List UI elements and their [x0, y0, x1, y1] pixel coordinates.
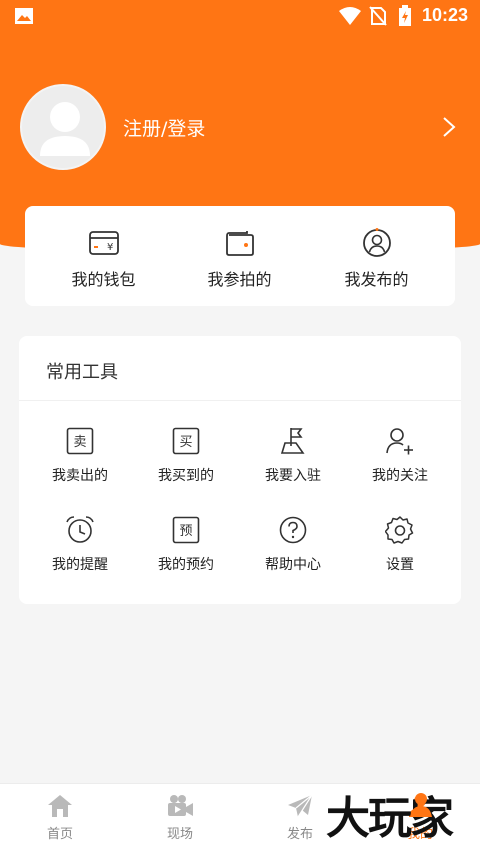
person-circle-icon	[362, 228, 391, 257]
tool-following-label: 我的关注	[372, 468, 428, 484]
svg-text:预: 预	[179, 524, 192, 539]
wallet-card-icon: ¥	[88, 231, 119, 255]
divider	[19, 400, 461, 401]
profile-header[interactable]: 注册/登录	[20, 84, 470, 170]
battery-charging-icon	[399, 5, 411, 26]
flag-icon	[280, 428, 305, 454]
video-camera-icon	[168, 795, 193, 816]
tool-bought[interactable]: 买 我买到的	[131, 424, 241, 492]
my-wallet-label: 我的钱包	[71, 270, 136, 289]
tool-following[interactable]: 我的关注	[345, 424, 455, 492]
tool-reservations-label: 我的预约	[158, 557, 214, 573]
tool-settings-label: 设置	[386, 557, 414, 573]
wifi-signal-icon	[339, 7, 361, 25]
status-bar: 10:23	[0, 0, 480, 34]
tab-live-label: 现场	[166, 827, 193, 842]
tool-help-center-label: 帮助中心	[265, 557, 321, 573]
tab-home[interactable]: 首页	[0, 792, 120, 842]
tool-settings[interactable]: 设置	[345, 513, 455, 581]
tool-reminders[interactable]: 我的提醒	[25, 513, 135, 581]
help-icon	[279, 516, 307, 544]
gallery-icon	[15, 8, 33, 24]
settings-gear-icon	[385, 516, 414, 544]
no-sim-icon	[369, 6, 387, 26]
watermark-figure-icon	[410, 793, 432, 817]
login-register-link[interactable]: 注册/登录	[123, 114, 205, 141]
tool-help-center[interactable]: 帮助中心	[238, 513, 348, 581]
avatar[interactable]	[20, 84, 106, 170]
alarm-clock-icon	[66, 516, 94, 543]
tool-reminders-label: 我的提醒	[52, 557, 108, 573]
sell-icon: 卖	[66, 427, 94, 455]
reserve-icon: 预	[172, 516, 200, 544]
my-wallet-button[interactable]: ¥ 我的钱包	[32, 226, 175, 296]
wallet-card: ¥ 我的钱包 我参拍的 我发布的	[25, 206, 455, 306]
add-user-icon	[386, 428, 413, 455]
tool-reservations[interactable]: 预 我的预约	[131, 513, 241, 581]
my-posts-button[interactable]: 我发布的	[305, 226, 448, 296]
home-icon	[48, 795, 72, 817]
common-tools-title: 常用工具	[46, 362, 118, 383]
buy-icon: 买	[172, 427, 200, 455]
my-bids-button[interactable]: 我参拍的	[168, 226, 311, 296]
wallet-bid-icon	[225, 231, 254, 256]
tab-home-label: 首页	[46, 827, 73, 842]
tool-settle-in[interactable]: 我要入驻	[238, 424, 348, 492]
chevron-right-icon[interactable]	[442, 116, 456, 138]
watermark-logo: 大玩家	[326, 791, 476, 847]
my-posts-label: 我发布的	[344, 270, 409, 289]
tool-sold[interactable]: 卖 我卖出的	[25, 424, 135, 492]
status-time: 10:23	[422, 5, 469, 25]
tab-live[interactable]: 现场	[120, 792, 240, 842]
default-avatar-icon	[40, 102, 90, 156]
svg-text:卖: 卖	[73, 435, 86, 450]
svg-text:买: 买	[179, 435, 192, 450]
my-bids-label: 我参拍的	[207, 270, 272, 289]
paper-plane-icon	[288, 794, 313, 818]
tool-sold-label: 我卖出的	[52, 468, 108, 484]
tool-settle-in-label: 我要入驻	[265, 468, 321, 484]
common-tools-card: 常用工具 卖 我卖出的 买 我买到的 我要入驻 我的关注 我的提醒 预 我的预约…	[19, 336, 461, 604]
tool-bought-label: 我买到的	[158, 468, 214, 484]
svg-text:¥: ¥	[107, 242, 113, 253]
